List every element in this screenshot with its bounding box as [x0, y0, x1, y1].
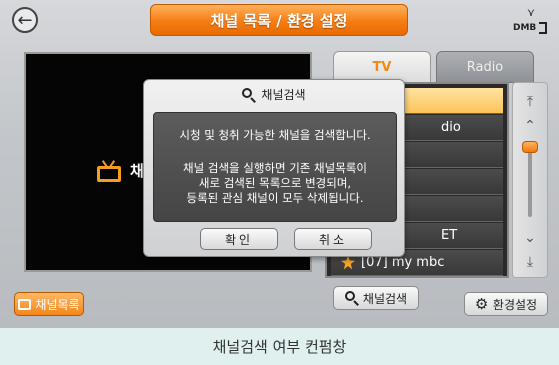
antenna-icon: ⋎	[527, 6, 536, 19]
scroll-top-icon[interactable]: ⤒	[513, 89, 547, 115]
dialog-message-line: 등록된 관심 채널이 모두 삭제됩니다.	[186, 191, 364, 205]
channel-search-button-label: 채널검색	[362, 291, 408, 306]
tv-icon	[97, 160, 121, 182]
dmb-antenna-icon[interactable]: ⋎ DMB	[511, 6, 547, 34]
channel-row-label: [07] my mbc	[361, 255, 445, 270]
video-channel-name: 채	[130, 162, 144, 180]
scroll-up-icon[interactable]: ⌃	[513, 113, 547, 139]
dmb-label: DMB	[513, 23, 537, 33]
channel-list-button-label: 채널목록	[35, 297, 80, 312]
gear-icon: ⚙	[474, 295, 489, 313]
tv-icon	[18, 298, 32, 310]
scroll-thumb[interactable]	[522, 141, 538, 153]
channel-search-button[interactable]: 채널검색	[333, 286, 419, 310]
figure-caption: 채널검색 여부 컨펌창	[0, 328, 559, 365]
dialog-message-line: 시청 및 청취 가능한 채널을 검색합니다.	[179, 128, 371, 142]
dialog-message-line: 채널 검색을 실행하면 기존 채널목록이	[183, 161, 367, 175]
confirm-dialog: 채널검색 시청 및 청취 가능한 채널을 검색합니다. 채널 검색을 실행하면 …	[143, 79, 405, 257]
dialog-title: 채널검색	[144, 86, 404, 103]
channel-list-button[interactable]: 채널목록	[14, 292, 84, 316]
scroll-track[interactable]	[528, 143, 532, 217]
search-icon	[242, 87, 257, 103]
scrollbar[interactable]: ⤒ ⌃ ⌄ ⤓	[512, 82, 548, 278]
dialog-message: 시청 및 청취 가능한 채널을 검색합니다. 채널 검색을 실행하면 기존 채널…	[153, 112, 397, 222]
page-title: 채널 목록 / 환경 설정	[150, 4, 408, 36]
ok-button[interactable]: 확인	[200, 228, 278, 250]
cancel-button[interactable]: 취소	[294, 228, 372, 250]
scroll-bottom-icon[interactable]: ⤓	[513, 249, 547, 275]
settings-button-label: 환경설정	[492, 297, 538, 312]
favorite-star-icon	[341, 255, 355, 270]
scroll-down-icon[interactable]: ⌄	[513, 225, 547, 251]
back-arrow-icon: ←	[17, 9, 33, 31]
search-icon	[344, 291, 359, 306]
settings-button[interactable]: ⚙ 환경설정	[464, 292, 548, 316]
dialog-message-block: 채널 검색을 실행하면 기존 채널목록이 새로 검색된 목록으로 변경되며, 등…	[154, 161, 396, 206]
back-button[interactable]: ←	[12, 7, 38, 33]
dmb-bracket	[539, 22, 547, 34]
tab-radio[interactable]: Radio	[436, 51, 534, 83]
device-screen: ← 채널 목록 / 환경 설정 ⋎ DMB 채 TV Radio dio ET …	[0, 0, 559, 328]
dialog-title-text: 채널검색	[261, 88, 306, 102]
dialog-message-line: 새로 검색된 목록으로 변경되며,	[198, 176, 352, 190]
